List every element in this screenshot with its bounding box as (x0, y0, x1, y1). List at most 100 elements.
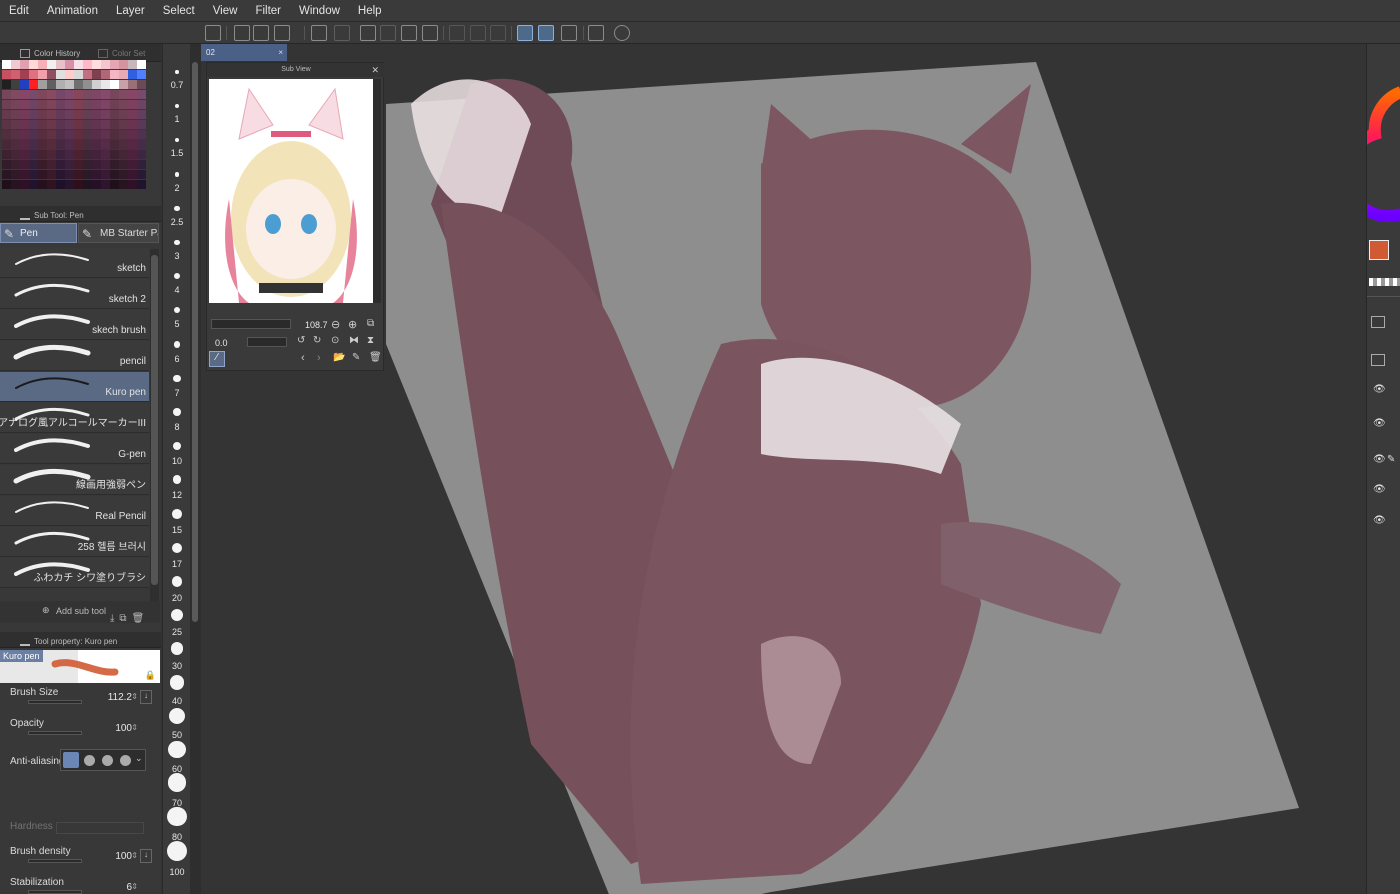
size-dot[interactable] (173, 374, 181, 382)
size-label[interactable]: 30 (163, 661, 191, 671)
palette-swatch[interactable] (65, 80, 74, 89)
zoom-value[interactable]: 108.7 (305, 320, 328, 330)
rotation-slider[interactable] (247, 337, 287, 347)
palette-swatch[interactable] (11, 110, 20, 119)
palette-swatch[interactable] (2, 60, 11, 69)
palette-swatch[interactable] (83, 140, 92, 149)
hardness-slider[interactable] (56, 822, 144, 834)
transparent-color-swatch[interactable] (1369, 278, 1400, 286)
zoom-out-icon[interactable]: ⊖ (331, 318, 340, 331)
size-label[interactable]: 4 (163, 285, 191, 295)
palette-swatch[interactable] (47, 90, 56, 99)
layer-list-icon[interactable] (1371, 354, 1385, 366)
palette-swatch[interactable] (74, 160, 83, 169)
palette-swatch[interactable] (2, 70, 11, 79)
zoom-slider[interactable] (211, 319, 291, 329)
eraser-icon[interactable] (401, 25, 417, 41)
palette-swatch[interactable] (47, 140, 56, 149)
aa-strong-option[interactable] (120, 755, 131, 766)
palette-swatch[interactable] (20, 180, 29, 189)
brush-row[interactable]: 線画用強弱ペン (0, 465, 149, 495)
palette-swatch[interactable] (137, 130, 146, 139)
size-dot[interactable] (175, 70, 179, 74)
palette-swatch[interactable] (128, 160, 137, 169)
brush-row[interactable]: アナログ風アルコールマーカーIII (0, 403, 149, 433)
import-image-icon[interactable]: 📂 (333, 352, 345, 363)
prop-brush-density[interactable]: Brush density 100 ⇕ ↓ (0, 844, 160, 874)
palette-swatch[interactable] (65, 170, 74, 179)
palette-swatch[interactable] (11, 130, 20, 139)
palette-swatch[interactable] (128, 70, 137, 79)
size-dot[interactable] (167, 806, 187, 827)
import-subtool-icon[interactable]: ⤓ (110, 613, 119, 624)
next-image-icon[interactable]: › (317, 352, 321, 364)
palette-swatch[interactable] (38, 60, 47, 69)
size-label[interactable]: 10 (163, 456, 191, 466)
palette-swatch[interactable] (47, 170, 56, 179)
size-label[interactable]: 17 (163, 559, 191, 569)
palette-swatch[interactable] (119, 100, 128, 109)
palette-swatch[interactable] (65, 130, 74, 139)
layer-property-icon[interactable] (1371, 316, 1385, 328)
palette-swatch[interactable] (11, 70, 20, 79)
palette-swatch[interactable] (29, 110, 38, 119)
subtool-group-mb-starter[interactable]: ✎ MB Starter Pa (78, 223, 159, 243)
palette-swatch[interactable] (56, 120, 65, 129)
brush-row[interactable]: sketch 2 (0, 279, 149, 309)
palette-swatch[interactable] (101, 80, 110, 89)
palette-swatch[interactable] (38, 180, 47, 189)
palette-swatch[interactable] (83, 160, 92, 169)
palette-swatch[interactable] (29, 170, 38, 179)
palette-swatch[interactable] (29, 130, 38, 139)
palette-swatch[interactable] (83, 90, 92, 99)
palette-swatch[interactable] (2, 160, 11, 169)
palette-swatch[interactable] (101, 70, 110, 79)
palette-swatch[interactable] (92, 130, 101, 139)
palette-swatch[interactable] (29, 160, 38, 169)
palette-swatch[interactable] (92, 180, 101, 189)
palette-swatch[interactable] (119, 130, 128, 139)
brush-list-scrollbar[interactable] (150, 249, 159, 614)
layer-visibility-icon[interactable]: 👁 (1373, 455, 1387, 465)
palette-swatch[interactable] (74, 80, 83, 89)
stabilization-slider[interactable] (28, 890, 82, 894)
palette-swatch[interactable] (119, 60, 128, 69)
palette-swatch[interactable] (137, 170, 146, 179)
palette-swatch[interactable] (56, 90, 65, 99)
size-dot[interactable] (168, 740, 186, 758)
palette-swatch[interactable] (110, 140, 119, 149)
palette-swatch[interactable] (92, 160, 101, 169)
palette-swatch[interactable] (128, 110, 137, 119)
palette-swatch[interactable] (29, 180, 38, 189)
size-label[interactable]: 1 (163, 114, 191, 124)
tab-color-history[interactable]: Color History (16, 45, 80, 61)
prop-opacity[interactable]: Opacity 100 ⇕ (0, 716, 160, 746)
palette-swatch[interactable] (128, 60, 137, 69)
rotation-value[interactable]: 0.0 (215, 338, 228, 348)
size-label[interactable]: 50 (163, 730, 191, 740)
palette-swatch[interactable] (83, 70, 92, 79)
size-dot[interactable] (167, 773, 187, 793)
subtool-group-pen[interactable]: ✎ Pen (0, 223, 77, 243)
palette-swatch[interactable] (20, 110, 29, 119)
palette-swatch[interactable] (20, 150, 29, 159)
palette-swatch[interactable] (137, 60, 146, 69)
palette-swatch[interactable] (101, 170, 110, 179)
palette-swatch[interactable] (38, 140, 47, 149)
size-label[interactable]: 25 (163, 627, 191, 637)
palette-swatch[interactable] (101, 100, 110, 109)
palette-swatch[interactable] (47, 60, 56, 69)
palette-swatch[interactable] (110, 120, 119, 129)
palette-swatch[interactable] (92, 60, 101, 69)
menu-filter[interactable]: Filter (246, 0, 290, 22)
undo-icon[interactable] (311, 25, 327, 41)
palette-swatch[interactable] (128, 80, 137, 89)
palette-swatch[interactable] (83, 110, 92, 119)
palette-swatch[interactable] (74, 170, 83, 179)
layer-visibility-icon[interactable]: 👁 (1373, 385, 1387, 395)
prop-brush-size[interactable]: Brush Size 112.2 ⇕ ↓ (0, 685, 160, 715)
palette-swatch[interactable] (56, 170, 65, 179)
layer-visibility-icon[interactable]: 👁 (1373, 419, 1387, 429)
help-icon[interactable] (614, 25, 630, 41)
brush-row[interactable]: 258 헬름 브러시 (0, 527, 149, 557)
